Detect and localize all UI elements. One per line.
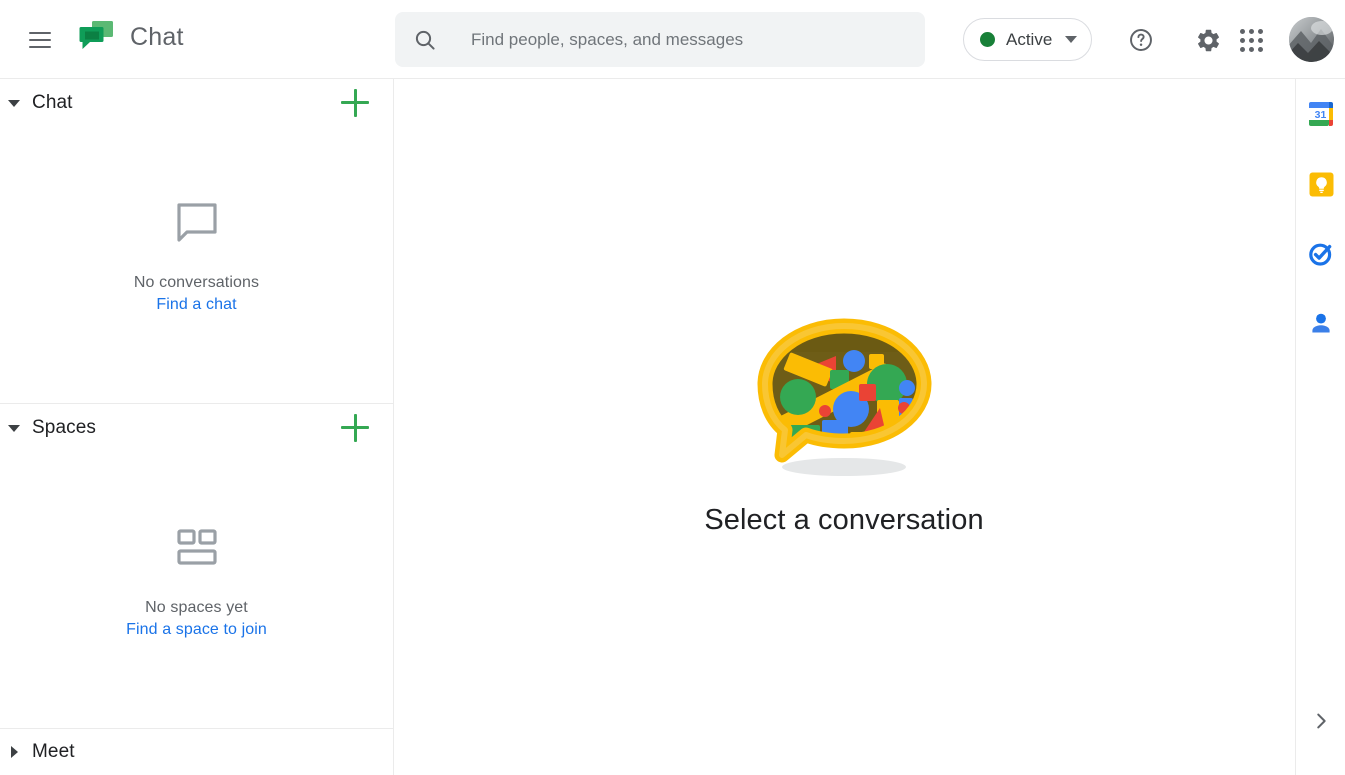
top-app-bar: Chat Active	[0, 0, 1345, 79]
status-dot	[980, 32, 995, 47]
apps-grid-dots	[1240, 29, 1263, 52]
right-side-panel: 31	[1295, 79, 1345, 775]
chat-empty-title: No conversations	[0, 274, 393, 292]
google-chat-logo	[78, 18, 116, 56]
sidebar-section-title: Spaces	[32, 417, 96, 439]
triangle-right-icon[interactable]	[11, 746, 18, 758]
hamburger-menu-icon[interactable]	[24, 24, 56, 56]
status-selector[interactable]: Active	[963, 18, 1092, 61]
sidebar-section-title: Meet	[32, 741, 75, 763]
status-label: Active	[1006, 30, 1052, 50]
help-circle-icon[interactable]	[1121, 20, 1161, 60]
new-chat-plus-icon[interactable]	[341, 89, 369, 117]
chat-empty-state: No conversations Find a chat	[0, 199, 393, 314]
google-tasks-icon[interactable]	[1305, 238, 1337, 270]
hamburger-line	[29, 39, 51, 41]
hamburger-line	[29, 32, 51, 34]
main-title: Select a conversation	[704, 504, 983, 537]
sidebar-section-header-meet[interactable]: Meet	[0, 729, 393, 775]
triangle-down-icon[interactable]	[8, 100, 20, 107]
speech-bubble-outline-icon	[0, 199, 393, 252]
google-contacts-icon[interactable]	[1305, 308, 1337, 340]
hamburger-line	[29, 46, 51, 48]
spaces-grid-outline-icon	[0, 524, 393, 577]
chevron-down-icon	[1065, 36, 1077, 43]
spaces-empty-title: No spaces yet	[0, 599, 393, 617]
search-bar[interactable]	[395, 12, 925, 67]
search-icon	[413, 28, 437, 52]
search-input[interactable]	[471, 30, 907, 50]
triangle-down-icon[interactable]	[8, 425, 20, 432]
chat-bubble-with-shapes-illustration	[744, 312, 944, 482]
google-calendar-icon[interactable]: 31	[1305, 98, 1337, 130]
sidebar-section-chat: Chat No conversations Find a chat	[0, 79, 393, 404]
app-brand[interactable]: Chat	[78, 18, 184, 56]
chevron-right-icon[interactable]	[1305, 705, 1337, 737]
main-content-area: Select a conversation	[394, 79, 1294, 775]
sidebar-section-header-chat[interactable]: Chat	[0, 79, 393, 127]
user-avatar[interactable]	[1289, 17, 1334, 62]
sidebar-section-title: Chat	[32, 92, 73, 114]
left-sidebar: Chat No conversations Find a chat Spaces	[0, 79, 394, 775]
sidebar-section-meet: Meet	[0, 729, 393, 775]
sidebar-section-header-spaces[interactable]: Spaces	[0, 404, 393, 452]
google-keep-icon[interactable]	[1305, 168, 1337, 200]
calendar-day-number: 31	[1315, 109, 1327, 121]
find-a-space-link[interactable]: Find a space to join	[0, 621, 393, 639]
google-chat-window: Chat Active	[0, 0, 1345, 775]
new-space-plus-icon[interactable]	[341, 414, 369, 442]
app-title: Chat	[130, 23, 184, 52]
find-a-chat-link[interactable]: Find a chat	[0, 296, 393, 314]
gear-icon[interactable]	[1188, 20, 1228, 60]
spaces-empty-state: No spaces yet Find a space to join	[0, 524, 393, 639]
apps-grid-icon[interactable]	[1231, 20, 1271, 60]
